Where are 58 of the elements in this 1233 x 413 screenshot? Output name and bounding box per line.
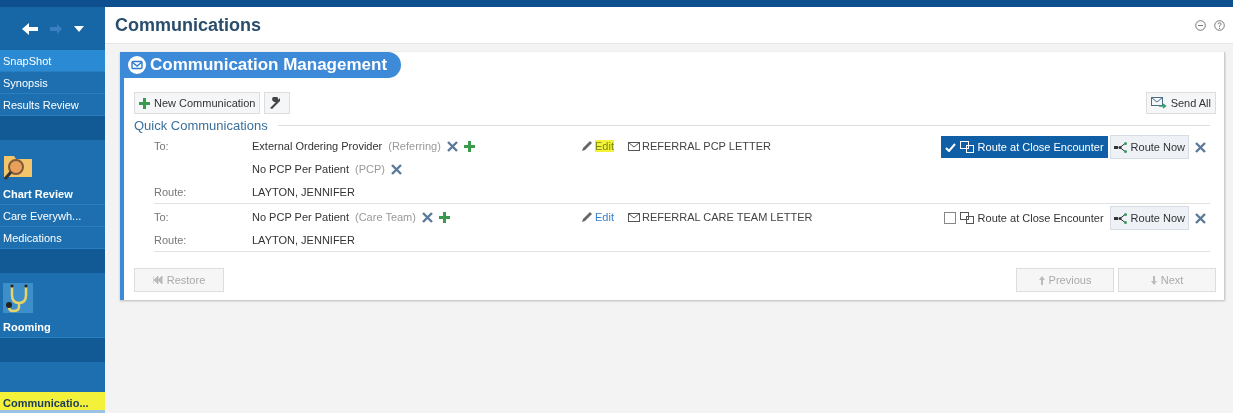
add-icon[interactable] [463, 140, 475, 152]
settings-button[interactable] [264, 92, 291, 114]
add-icon[interactable] [438, 211, 450, 223]
collapse-icon[interactable] [1195, 19, 1206, 31]
mail-icon [128, 56, 146, 74]
route-now-button[interactable]: Route Now [1109, 135, 1189, 159]
remove-icon[interactable] [1195, 212, 1206, 224]
send-all-button[interactable]: Send All [1145, 92, 1216, 114]
recipient-role: (Referring) [388, 140, 441, 152]
letter-name: REFERRAL PCP LETTER [642, 140, 771, 152]
page-title: Communications [115, 14, 262, 36]
letter-name: REFERRAL CARE TEAM LETTER [642, 211, 813, 223]
envelope-icon [628, 212, 640, 222]
remove-icon[interactable] [446, 140, 458, 152]
share-icon [1113, 141, 1128, 153]
dropdown-caret-icon[interactable] [73, 25, 84, 32]
field-label: Route: [154, 185, 188, 199]
edit-link[interactable]: Edit [595, 211, 614, 223]
recipient-name: External Ordering Provider [252, 140, 383, 152]
back-arrow-icon[interactable] [21, 22, 38, 35]
sidebar-item[interactable]: Chart Review [3, 188, 105, 200]
route-at-close-toggle[interactable]: Route at Close Encounter [939, 207, 1108, 229]
recipient-role: (PCP) [355, 163, 385, 175]
remove-icon[interactable] [1195, 141, 1206, 153]
sidebar-item[interactable]: Rooming [3, 321, 105, 333]
route-recipient: LAYTON, JENNIFER [252, 233, 356, 247]
card-title: Communication Management [124, 52, 402, 78]
new-communication-button[interactable]: New Communication [134, 92, 261, 114]
remove-icon[interactable] [390, 163, 402, 175]
field-label: To: [154, 210, 170, 224]
envelope-icon [628, 141, 640, 151]
field-label: Route: [154, 233, 188, 247]
recipient-role: (Care Team) [355, 211, 416, 223]
pencil-icon [582, 212, 592, 222]
field-label: To: [154, 139, 170, 153]
route-at-close-toggle[interactable]: Route at Close Encounter [940, 136, 1108, 158]
up-arrow-icon [1038, 275, 1045, 285]
checkmark-icon [944, 142, 956, 152]
route-now-button[interactable]: Route Now [1109, 206, 1189, 230]
recipient-name: No PCP Per Patient [252, 211, 349, 223]
section-title: Quick Communications [134, 118, 268, 133]
pencil-icon [582, 141, 592, 151]
wrench-icon [269, 97, 282, 109]
add-icon [139, 97, 150, 109]
stethoscope-icon [3, 283, 33, 313]
recipient-name: No PCP Per Patient [252, 163, 349, 175]
sidebar-item[interactable]: Communicatio... [0, 392, 105, 413]
send-envelope-icon [1150, 97, 1167, 109]
document-route-icon [959, 141, 974, 153]
skip-back-icon [152, 276, 163, 284]
down-arrow-icon [1150, 275, 1157, 285]
help-icon[interactable] [1214, 19, 1225, 31]
sidebar-item[interactable]: SnapShot [0, 50, 105, 72]
document-route-icon [959, 212, 974, 224]
route-recipient: LAYTON, JENNIFER [252, 185, 356, 199]
remove-icon[interactable] [421, 211, 433, 223]
share-icon [1113, 212, 1128, 224]
edit-link[interactable]: Edit [595, 140, 614, 152]
